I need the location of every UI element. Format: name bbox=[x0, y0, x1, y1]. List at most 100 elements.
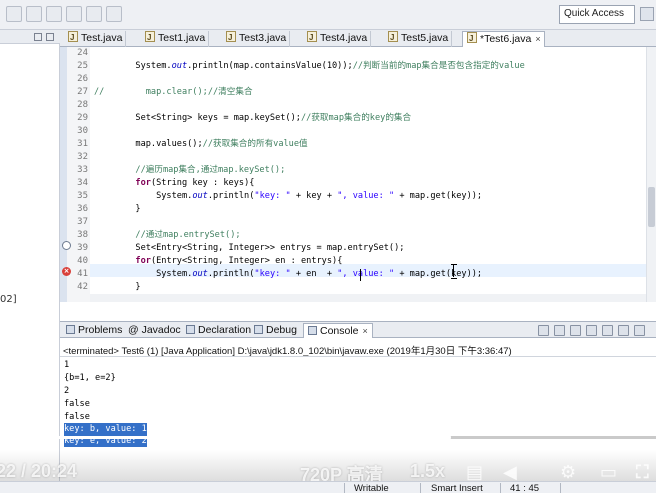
line-number: 31 bbox=[77, 139, 88, 149]
line-number: 27 bbox=[77, 87, 88, 97]
remove-all-icon[interactable] bbox=[570, 325, 581, 336]
warning-marker-icon[interactable] bbox=[62, 241, 71, 250]
views-tab-bar: Problems @ Javadoc Declaration Debug Con… bbox=[60, 321, 656, 338]
status-separator bbox=[344, 483, 345, 493]
line-number: 37 bbox=[77, 217, 88, 227]
line-number: 41 bbox=[77, 269, 88, 279]
text-caret bbox=[360, 269, 361, 281]
code-line-27: // map.clear();//清空集合 bbox=[94, 87, 253, 97]
terminated-label: <terminated> Test6 (1) [Java Application… bbox=[63, 346, 512, 357]
line-number: 24 bbox=[77, 48, 88, 58]
pin-console-icon[interactable] bbox=[618, 325, 629, 336]
tab-label: Problems bbox=[78, 324, 123, 336]
code-line-40: for(Entry<String, Integer> en : entrys){ bbox=[135, 256, 343, 266]
volume-icon[interactable]: ◀ bbox=[503, 462, 517, 483]
java-file-icon bbox=[226, 30, 236, 45]
package-explorer-header bbox=[0, 30, 60, 44]
close-icon[interactable]: × bbox=[535, 34, 540, 44]
tab-test4-java[interactable]: Test4.java bbox=[303, 30, 372, 47]
console-icon bbox=[308, 326, 317, 335]
scroll-lock-icon[interactable] bbox=[602, 325, 613, 336]
main-toolbar: Quick Access bbox=[0, 0, 656, 30]
code-line-25: System.out.println(map.containsValue(10)… bbox=[94, 61, 525, 71]
danmaku-toggle-icon[interactable]: ▤ bbox=[466, 462, 483, 483]
tab-declaration[interactable]: Declaration bbox=[182, 323, 255, 338]
code-line-31: map.values();//获取集合的所有value值 bbox=[94, 139, 308, 149]
tab-test-java[interactable]: Test.java bbox=[64, 30, 127, 47]
toolbar-open-type-icon[interactable] bbox=[106, 6, 122, 22]
java-file-icon bbox=[307, 30, 317, 45]
status-bar: Writable Smart Insert 41 : 45 bbox=[0, 481, 656, 493]
tab-label: Test5.java bbox=[401, 32, 449, 44]
console-line: {b=1, e=2} bbox=[64, 373, 116, 383]
tab-label: *Test6.java bbox=[480, 33, 532, 45]
java-file-icon bbox=[68, 30, 78, 45]
terminate-icon[interactable] bbox=[538, 325, 549, 336]
tab-label: Test1.java bbox=[158, 32, 206, 44]
minimize-icon[interactable] bbox=[34, 33, 42, 41]
tab-debug[interactable]: Debug bbox=[250, 323, 301, 338]
console-line-selected: key: b, value: 1 bbox=[64, 423, 147, 435]
picture-in-picture-icon[interactable]: ▭ bbox=[600, 462, 617, 483]
error-marker-icon[interactable]: × bbox=[62, 267, 71, 276]
line-number: 33 bbox=[77, 165, 88, 175]
settings-gear-icon[interactable]: ⚙ bbox=[560, 462, 576, 483]
tab-label: Debug bbox=[266, 324, 297, 336]
video-speed-button[interactable]: 1.5x bbox=[410, 461, 445, 482]
remove-launch-icon[interactable] bbox=[554, 325, 565, 336]
console-line: 1 bbox=[64, 360, 70, 370]
fullscreen-icon[interactable]: ⛶ bbox=[636, 462, 649, 483]
problems-icon bbox=[66, 325, 75, 334]
toolbar-save-icon[interactable] bbox=[26, 6, 42, 22]
line-number: 26 bbox=[77, 74, 88, 84]
code-line-41: System.out.println("key: " + en + ", val… bbox=[94, 269, 483, 279]
line-number: 32 bbox=[77, 152, 88, 162]
editor-tab-bar: Test.java Test1.java Test3.java Test4.ja… bbox=[60, 30, 656, 47]
debug-icon bbox=[254, 325, 263, 334]
tab-label: @ Javadoc bbox=[128, 324, 181, 336]
clear-console-icon[interactable] bbox=[586, 325, 597, 336]
editor-vertical-scrollbar[interactable] bbox=[646, 47, 656, 302]
status-separator bbox=[500, 483, 501, 493]
status-cursor-position: 41 : 45 bbox=[510, 483, 540, 493]
tab-test1-java[interactable]: Test1.java bbox=[141, 30, 210, 47]
tab-test5-java[interactable]: Test5.java bbox=[384, 30, 453, 47]
code-line-34: for(String key : keys){ bbox=[135, 178, 255, 188]
status-writable: Writable bbox=[354, 483, 389, 493]
line-number: 25 bbox=[77, 61, 88, 71]
maximize-icon[interactable] bbox=[46, 33, 54, 41]
status-separator bbox=[420, 483, 421, 493]
mouse-ibeam-icon bbox=[451, 264, 457, 279]
editor-horizontal-scrollbar[interactable] bbox=[90, 294, 646, 302]
toolbar-debug-icon[interactable] bbox=[66, 6, 82, 22]
video-progress-bar[interactable] bbox=[0, 433, 656, 442]
console-line: false bbox=[64, 399, 90, 409]
tab-test6-java[interactable]: *Test6.java× bbox=[462, 31, 545, 47]
tab-test3-java[interactable]: Test3.java bbox=[222, 30, 291, 47]
line-number: 42 bbox=[77, 282, 88, 292]
toolbar-search-icon[interactable] bbox=[86, 6, 102, 22]
line-number-ruler: 24 25 26 27 28 29 30 31 32 33 34 35 36 3… bbox=[60, 47, 90, 302]
toolbar-new-icon[interactable] bbox=[6, 6, 22, 22]
line-number: 34 bbox=[77, 178, 88, 188]
scrollbar-thumb[interactable] bbox=[648, 187, 655, 227]
perspective-icon[interactable] bbox=[640, 7, 654, 21]
console-line: 2 bbox=[64, 386, 70, 396]
close-icon[interactable]: × bbox=[363, 326, 368, 336]
line-number: 29 bbox=[77, 113, 88, 123]
tab-problems[interactable]: Problems bbox=[62, 323, 126, 338]
open-console-icon[interactable] bbox=[634, 325, 645, 336]
toolbar-run-icon[interactable] bbox=[46, 6, 62, 22]
quick-access-input[interactable]: Quick Access bbox=[559, 5, 635, 24]
video-progress-knob[interactable] bbox=[442, 433, 451, 442]
java-file-icon bbox=[388, 30, 398, 45]
status-insert-mode: Smart Insert bbox=[431, 483, 483, 493]
code-line-38: //通过map.entrySet(); bbox=[135, 230, 241, 240]
code-line-42: } bbox=[94, 282, 141, 292]
tab-label: Test4.java bbox=[320, 32, 368, 44]
tab-javadoc[interactable]: @ Javadoc bbox=[124, 323, 185, 338]
tab-console[interactable]: Console × bbox=[303, 323, 373, 338]
code-editor[interactable]: 24 25 26 27 28 29 30 31 32 33 34 35 36 3… bbox=[60, 47, 656, 302]
line-number: 38 bbox=[77, 230, 88, 240]
declaration-icon bbox=[186, 325, 195, 334]
